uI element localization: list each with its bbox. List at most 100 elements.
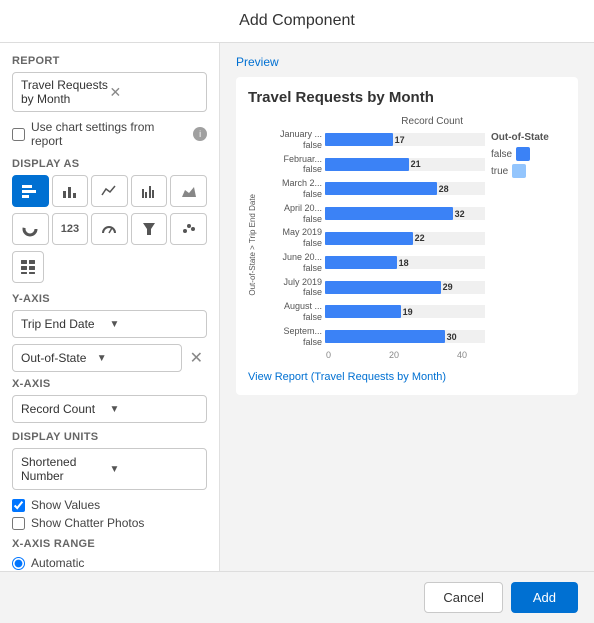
bar-fill — [325, 305, 401, 318]
x-axis-dropdown[interactable]: Record Count ▼ — [12, 395, 207, 423]
bar-value-label: 32 — [455, 207, 465, 220]
bar-fill — [325, 133, 393, 146]
display-units-label: Display Units — [12, 431, 207, 443]
show-values-label: Show Values — [31, 498, 100, 512]
x-tick-40: 40 — [457, 350, 467, 360]
legend-false-label: false — [491, 149, 512, 160]
display-bar-vert-btn[interactable] — [52, 175, 89, 207]
y-axis-field2-dropdown[interactable]: Out-of-State ▼ — [12, 344, 182, 372]
bar-y-label: January ... false — [264, 129, 322, 151]
x-tick-0: 0 — [326, 350, 331, 360]
bar-wrapper: 21 — [325, 158, 485, 171]
right-panel: Preview Travel Requests by Month Record … — [220, 43, 594, 571]
display-table-btn[interactable] — [12, 251, 44, 283]
report-select[interactable]: Travel Requests by Month ✕ — [12, 72, 207, 112]
bar-row: July 2019 false 29 — [264, 277, 485, 299]
y-axis-field1-dropdown[interactable]: Trip End Date ▼ — [12, 310, 207, 338]
display-funnel-btn[interactable] — [131, 213, 168, 245]
bar-wrapper: 19 — [325, 305, 485, 318]
display-as-label: Display As — [12, 158, 207, 170]
legend-false-box — [516, 147, 530, 161]
radio-group: Automatic Custom — [12, 556, 207, 571]
chart-title: Travel Requests by Month — [248, 89, 566, 106]
bar-wrapper: 18 — [325, 256, 485, 269]
preview-label: Preview — [236, 55, 578, 69]
bar-value-label: 18 — [399, 256, 409, 269]
automatic-radio[interactable] — [12, 557, 25, 570]
bar-fill — [325, 281, 441, 294]
dialog-title: Add Component — [0, 0, 594, 43]
bar-fill — [325, 182, 437, 195]
bar-row: Februar... false21 — [264, 154, 485, 176]
legend-item-true: true — [491, 164, 566, 178]
bar-value-label: 29 — [443, 281, 453, 294]
automatic-radio-row: Automatic — [12, 556, 207, 570]
bar-wrapper: 28 — [325, 182, 485, 195]
bar-value-label: 22 — [415, 232, 425, 245]
legend-title: Out-of-State — [491, 132, 566, 143]
add-button[interactable]: Add — [511, 582, 578, 613]
use-chart-settings-row: Use chart settings from report i — [12, 120, 207, 148]
display-bar-horiz-btn[interactable] — [12, 175, 49, 207]
bar-y-label: Septem... false — [264, 326, 322, 348]
display-number-btn[interactable]: 123 — [52, 213, 89, 245]
bar-wrapper: 29 — [325, 281, 485, 294]
use-chart-settings-checkbox[interactable] — [12, 128, 25, 141]
bars-area: January ... false17Februar... false21Mar… — [264, 129, 485, 360]
cancel-button[interactable]: Cancel — [424, 582, 502, 613]
dropdown-arrow2: ▼ — [97, 353, 173, 364]
display-gauge-btn[interactable] — [91, 213, 128, 245]
legend-item-false: false — [491, 147, 566, 161]
bar-y-label: April 20... false — [264, 203, 322, 225]
bar-fill — [325, 330, 445, 343]
show-values-checkbox[interactable] — [12, 499, 25, 512]
bar-y-label: March 2... false — [264, 178, 322, 200]
display-bar-grouped-btn[interactable] — [131, 175, 168, 207]
bar-fill — [325, 158, 409, 171]
bar-y-label: June 20... false — [264, 252, 322, 274]
x-tick-20: 20 — [389, 350, 399, 360]
bar-y-label: July 2019 false — [264, 277, 322, 299]
display-as-grid-row2: 123 — [12, 213, 207, 245]
bar-row: April 20... false 32 — [264, 203, 485, 225]
display-donut-btn[interactable] — [12, 213, 49, 245]
legend-true-label: true — [491, 166, 508, 177]
info-icon[interactable]: i — [193, 127, 207, 141]
x-axis-top-label: Record Count — [248, 116, 485, 127]
display-scatter-btn[interactable] — [170, 213, 207, 245]
display-as-grid-row1 — [12, 175, 207, 207]
display-line-btn[interactable] — [91, 175, 128, 207]
x-axis-dropdown-arrow: ▼ — [110, 404, 199, 415]
bar-wrapper: 32 — [325, 207, 485, 220]
legend-true-box — [512, 164, 526, 178]
legend: Out-of-State false true — [491, 116, 566, 383]
x-axis-range-label: X-Axis Range — [12, 538, 207, 550]
bar-y-label: August ... false — [264, 301, 322, 323]
bar-fill — [325, 232, 413, 245]
bar-value-label: 30 — [447, 330, 457, 343]
report-value: Travel Requests by Month — [21, 78, 110, 106]
bar-y-label: May 2019 false — [264, 227, 322, 249]
left-panel: Report Travel Requests by Month ✕ Use ch… — [0, 43, 220, 571]
show-chatter-checkbox[interactable] — [12, 517, 25, 530]
clear-report-icon[interactable]: ✕ — [110, 84, 199, 101]
bar-value-label: 28 — [439, 182, 449, 195]
show-chatter-row: Show Chatter Photos — [12, 516, 207, 530]
bar-fill — [325, 256, 397, 269]
view-report-link[interactable]: View Report (Travel Requests by Month) — [248, 371, 446, 383]
bar-row: March 2... false 28 — [264, 178, 485, 200]
display-units-dropdown[interactable]: Shortened Number ▼ — [12, 448, 207, 490]
footer: Cancel Add — [0, 571, 594, 623]
y-axis-field1-row: Trip End Date ▼ — [12, 310, 207, 338]
bar-row: June 20... false 18 — [264, 252, 485, 274]
display-area-btn[interactable] — [170, 175, 207, 207]
display-units-arrow: ▼ — [110, 464, 199, 475]
bar-row: Septem... false 30 — [264, 326, 485, 348]
x-axis-label: X-Axis — [12, 378, 207, 390]
view-report-row: View Report (Travel Requests by Month) — [248, 368, 485, 383]
remove-y-axis-field2-btn[interactable]: ✕ — [186, 346, 207, 370]
report-label: Report — [12, 55, 207, 67]
y-axis-rotated-label: Out-of-State > Trip End Date — [248, 129, 262, 360]
bar-value-label: 19 — [403, 305, 413, 318]
bar-value-label: 21 — [411, 158, 421, 171]
